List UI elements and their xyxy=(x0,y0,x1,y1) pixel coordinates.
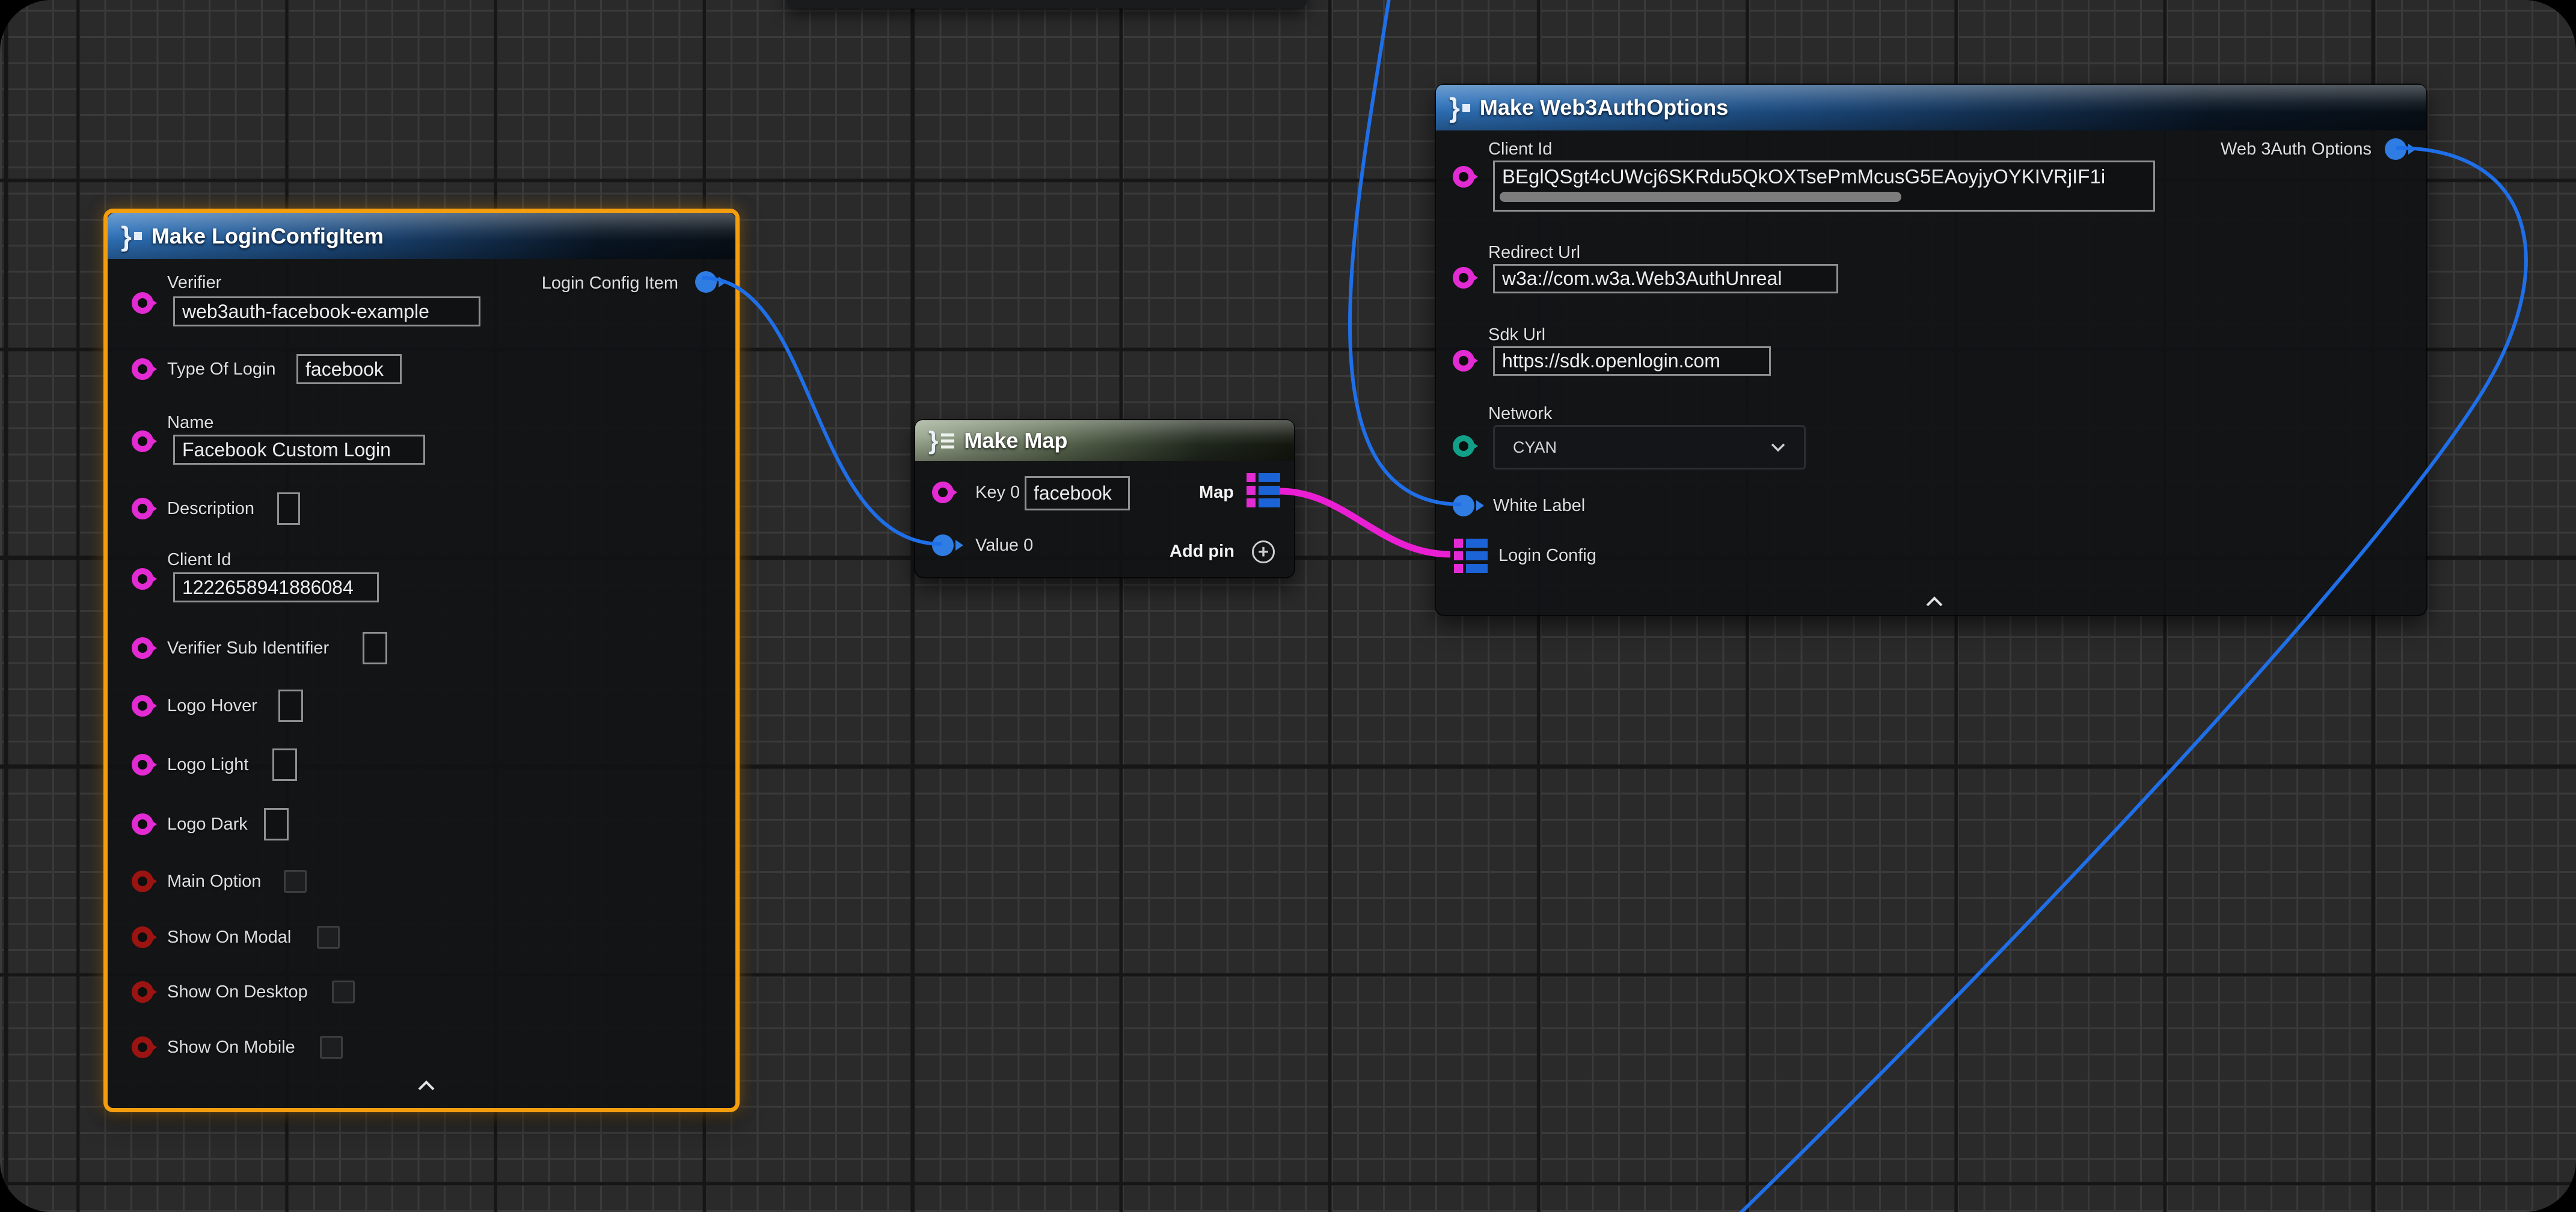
node-title: Make LoginConfigItem xyxy=(152,224,384,249)
field-label-show-on-desktop: Show On Desktop xyxy=(167,981,308,1003)
pin-verifier-sub-identifier[interactable] xyxy=(132,637,153,659)
pin-label-key-0: Key 0 xyxy=(975,482,1020,503)
pin-logo-light[interactable] xyxy=(132,754,153,776)
type-of-login-input[interactable]: facebook xyxy=(296,354,402,384)
field-label-name: Name xyxy=(167,412,213,433)
description-input[interactable] xyxy=(277,492,300,525)
pin-map-output[interactable] xyxy=(1247,473,1280,507)
key-0-input[interactable]: facebook xyxy=(1025,476,1130,510)
pin-login-config-item-output[interactable] xyxy=(695,271,717,293)
node-header[interactable]: } Make Web3AuthOptions xyxy=(1436,85,2426,130)
client-id-input[interactable]: BEglQSgt4cUWcj6SKRdu5QkOXTsePmMcusG5EAoy… xyxy=(1493,161,2155,212)
field-label-logo-light: Logo Light xyxy=(167,754,248,776)
pin-show-on-desktop[interactable] xyxy=(132,981,153,1003)
pin-logo-hover[interactable] xyxy=(132,695,153,717)
field-label-main-option: Main Option xyxy=(167,871,261,892)
chevron-down-icon xyxy=(1770,442,1786,452)
blueprint-graph-canvas[interactable]: } Make LoginConfigItem Login Config Item… xyxy=(0,0,2576,1212)
pin-main-option[interactable] xyxy=(132,871,153,892)
pin-client-id[interactable] xyxy=(132,568,153,590)
collapse-chevron-icon[interactable] xyxy=(417,1080,436,1095)
field-label-description: Description xyxy=(167,498,254,519)
client-id-scrollbar[interactable] xyxy=(1500,192,1901,202)
field-label-logo-dark: Logo Dark xyxy=(167,813,248,835)
make-struct-icon: } xyxy=(121,222,142,250)
main-option-checkbox[interactable] xyxy=(284,870,307,893)
verifier-input[interactable]: web3auth-facebook-example xyxy=(173,296,480,326)
collapse-chevron-icon[interactable] xyxy=(1925,596,1944,611)
field-label-verifier: Verifier xyxy=(167,272,221,293)
add-pin-plus-icon[interactable]: + xyxy=(1252,540,1275,563)
pin-label-value-0: Value 0 xyxy=(975,534,1033,556)
show-on-desktop-checkbox[interactable] xyxy=(332,981,355,1003)
field-label-show-on-modal: Show On Modal xyxy=(167,926,291,948)
pin-logo-dark[interactable] xyxy=(132,813,153,835)
pin-verifier[interactable] xyxy=(132,292,153,314)
logo-light-input[interactable] xyxy=(272,748,297,781)
field-label-logo-hover: Logo Hover xyxy=(167,695,257,717)
node-header[interactable]: } Make Map xyxy=(915,420,1294,461)
node-make-map[interactable]: } Make Map Key 0 facebook Map Value 0 Ad… xyxy=(914,419,1295,578)
pin-type-of-login[interactable] xyxy=(132,358,153,380)
pin-login-config[interactable] xyxy=(1454,539,1488,573)
field-label-verifier-sub-identifier: Verifier Sub Identifier xyxy=(167,637,329,659)
client-id-value: BEglQSgt4cUWcj6SKRdu5QkOXTsePmMcusG5EAoy… xyxy=(1502,165,2105,188)
node-title: Make Web3AuthOptions xyxy=(1480,95,1728,120)
pin-client-id[interactable] xyxy=(1453,166,1474,188)
verifier-sub-identifier-input[interactable] xyxy=(363,632,387,664)
field-label-redirect-url: Redirect Url xyxy=(1488,242,1580,263)
network-dropdown-value: CYAN xyxy=(1513,438,1557,457)
pin-key-0[interactable] xyxy=(932,482,954,503)
pin-description[interactable] xyxy=(132,498,153,519)
field-label-sdk-url: Sdk Url xyxy=(1488,324,1545,346)
pin-show-on-mobile[interactable] xyxy=(132,1036,153,1058)
output-label-map: Map xyxy=(1199,482,1234,503)
output-label-web3auth-options: Web 3Auth Options xyxy=(2221,138,2372,160)
field-label-type-of-login: Type Of Login xyxy=(167,358,276,380)
pin-sdk-url[interactable] xyxy=(1453,350,1474,372)
offscreen-node-edge xyxy=(786,0,1307,8)
pin-name[interactable] xyxy=(132,430,153,452)
output-label-login-config-item: Login Config Item xyxy=(542,272,678,294)
pin-label-login-config: Login Config xyxy=(1498,545,1596,566)
node-make-web3authoptions[interactable]: } Make Web3AuthOptions Web 3Auth Options… xyxy=(1435,84,2427,616)
client-id-input[interactable]: 1222658941886084 xyxy=(173,572,379,602)
make-struct-icon: } xyxy=(1449,94,1470,121)
redirect-url-input[interactable]: w3a://com.w3a.Web3AuthUnreal xyxy=(1493,264,1838,293)
pin-label-white-label: White Label xyxy=(1493,495,1585,516)
network-dropdown[interactable]: CYAN xyxy=(1493,425,1806,470)
node-header[interactable]: } Make LoginConfigItem xyxy=(108,213,735,259)
logo-dark-input[interactable] xyxy=(264,808,289,840)
node-make-loginconfigitem[interactable]: } Make LoginConfigItem Login Config Item… xyxy=(103,209,740,1112)
field-label-client-id: Client Id xyxy=(167,549,231,571)
name-input[interactable]: Facebook Custom Login xyxy=(173,435,425,465)
sdk-url-input[interactable]: https://sdk.openlogin.com xyxy=(1493,346,1771,376)
field-label-show-on-mobile: Show On Mobile xyxy=(167,1036,295,1058)
pin-show-on-modal[interactable] xyxy=(132,926,153,948)
field-label-client-id: Client Id xyxy=(1488,138,1552,160)
pin-redirect-url[interactable] xyxy=(1453,267,1474,289)
show-on-modal-checkbox[interactable] xyxy=(317,926,340,949)
show-on-mobile-checkbox[interactable] xyxy=(320,1036,343,1059)
logo-hover-input[interactable] xyxy=(278,690,303,722)
add-pin-button-label[interactable]: Add pin xyxy=(1170,540,1234,562)
make-map-icon: } xyxy=(928,427,954,454)
node-title: Make Map xyxy=(964,428,1067,453)
field-label-network: Network xyxy=(1488,403,1552,424)
pin-network[interactable] xyxy=(1453,435,1474,457)
